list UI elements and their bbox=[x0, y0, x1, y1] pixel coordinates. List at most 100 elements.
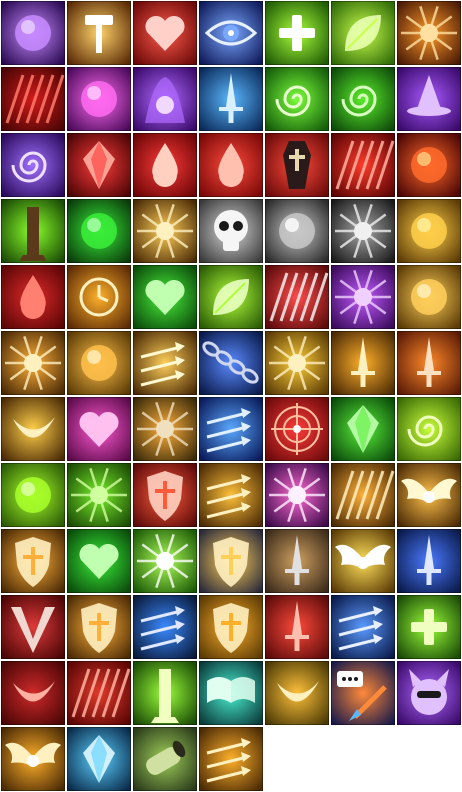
purple-aura-icon bbox=[133, 67, 197, 131]
flaming-blade-art bbox=[199, 727, 263, 791]
chains-icon bbox=[199, 331, 263, 395]
green-blessing-icon bbox=[397, 595, 461, 659]
azure-blade-icon bbox=[397, 529, 461, 593]
green-flash-art bbox=[133, 529, 197, 593]
green-flash-icon bbox=[133, 529, 197, 593]
purple-imp-icon bbox=[397, 661, 461, 725]
blood-drop-icon bbox=[199, 133, 263, 197]
sword-shield-art bbox=[265, 529, 329, 593]
leaf-art bbox=[331, 1, 395, 65]
purple-orb-icon bbox=[1, 1, 65, 65]
emerald-heart-art bbox=[67, 529, 131, 593]
purple-imp-art bbox=[397, 661, 461, 725]
green-egg-art bbox=[1, 463, 65, 527]
crimson-v-icon bbox=[1, 595, 65, 659]
hammer-burst-art bbox=[67, 1, 131, 65]
poison-cloud-art bbox=[67, 199, 131, 263]
heart-arrow-art bbox=[133, 1, 197, 65]
silver-orb-icon bbox=[265, 199, 329, 263]
green-shield-icon bbox=[199, 265, 263, 329]
crusader-shield-art bbox=[199, 595, 263, 659]
praying-hands-icon bbox=[265, 331, 329, 395]
eye-icon bbox=[199, 1, 263, 65]
spellbook-icon bbox=[199, 661, 263, 725]
dagger-wings-art bbox=[199, 67, 263, 131]
purple-fist-art bbox=[265, 463, 329, 527]
crimson-crystal-art bbox=[67, 133, 131, 197]
golden-flame-hand-icon bbox=[1, 331, 65, 395]
wizard-hat-icon bbox=[397, 67, 461, 131]
fire-blade-art bbox=[397, 1, 461, 65]
golden-egg-icon bbox=[397, 199, 461, 263]
triple-spears-art bbox=[331, 595, 395, 659]
fire-rune-art bbox=[397, 133, 461, 197]
crimson-feather-icon bbox=[67, 661, 131, 725]
golden-clock-icon bbox=[67, 265, 131, 329]
green-pillar-art bbox=[1, 199, 65, 263]
purple-aura-art bbox=[133, 67, 197, 131]
golden-flame-hand-art bbox=[1, 331, 65, 395]
blood-blade-icon bbox=[265, 595, 329, 659]
red-slash-art bbox=[331, 133, 395, 197]
blood-blade-art bbox=[265, 595, 329, 659]
green-swirl-art bbox=[265, 67, 329, 131]
golden-arc-art bbox=[265, 661, 329, 725]
red-slash-icon bbox=[331, 133, 395, 197]
green-blessing-art bbox=[397, 595, 461, 659]
green-cross-icon bbox=[265, 1, 329, 65]
blood-drop-orb-art bbox=[133, 133, 197, 197]
holy-shield-art bbox=[199, 529, 263, 593]
golden-rays-art bbox=[331, 463, 395, 527]
green-egg-icon bbox=[1, 463, 65, 527]
green-heart-icon bbox=[133, 265, 197, 329]
golden-arc-icon bbox=[265, 661, 329, 725]
purple-galaxy-icon bbox=[1, 133, 65, 197]
chat-dagger-icon bbox=[331, 661, 395, 725]
azure-blade-art bbox=[397, 529, 461, 593]
green-obelisk-art bbox=[133, 661, 197, 725]
green-cross-art bbox=[265, 1, 329, 65]
green-vortex-art bbox=[331, 67, 395, 131]
green-pillar-icon bbox=[1, 199, 65, 263]
thorns-icon bbox=[67, 463, 131, 527]
fire-rune-icon bbox=[397, 133, 461, 197]
holy-shield-icon bbox=[199, 529, 263, 593]
leaf-icon bbox=[331, 1, 395, 65]
heart-arrow-icon bbox=[133, 1, 197, 65]
green-crystal-icon bbox=[331, 397, 395, 461]
green-crystal-art bbox=[331, 397, 395, 461]
chat-dagger-art bbox=[331, 661, 395, 725]
red-claws-icon bbox=[265, 265, 329, 329]
golden-crescent-art bbox=[1, 397, 65, 461]
thorns-art bbox=[67, 463, 131, 527]
golden-clock-art bbox=[67, 265, 131, 329]
pink-sphere-art bbox=[67, 67, 131, 131]
skull-art bbox=[199, 199, 263, 263]
golden-palm-icon bbox=[67, 331, 131, 395]
radiant-wings-icon bbox=[331, 529, 395, 593]
golden-boot-icon bbox=[133, 397, 197, 461]
golden-arrows-icon bbox=[133, 331, 197, 395]
crimson-crystal-icon bbox=[67, 133, 131, 197]
twin-blades-art bbox=[133, 595, 197, 659]
blood-drops-icon bbox=[1, 265, 65, 329]
winged-emblem-icon bbox=[397, 463, 461, 527]
sword-shield-icon bbox=[265, 529, 329, 593]
green-obelisk-icon bbox=[133, 661, 197, 725]
steel-gauntlet-art bbox=[331, 199, 395, 263]
flaming-blade-icon bbox=[199, 727, 263, 791]
icon-sheet bbox=[1, 1, 461, 791]
green-swirl-icon bbox=[265, 67, 329, 131]
fire-blade-icon bbox=[397, 1, 461, 65]
blood-drop-art bbox=[199, 133, 263, 197]
praying-hands-art bbox=[265, 331, 329, 395]
holy-sword-icon bbox=[331, 331, 395, 395]
blood-rain-icon bbox=[1, 67, 65, 131]
spellbook-art bbox=[199, 661, 263, 725]
red-scythe-icon bbox=[1, 661, 65, 725]
crimson-dagger-icon bbox=[397, 331, 461, 395]
poison-cloud-icon bbox=[67, 199, 131, 263]
eye-art bbox=[199, 1, 263, 65]
wizard-hat-art bbox=[397, 67, 461, 131]
chains-art bbox=[199, 331, 263, 395]
